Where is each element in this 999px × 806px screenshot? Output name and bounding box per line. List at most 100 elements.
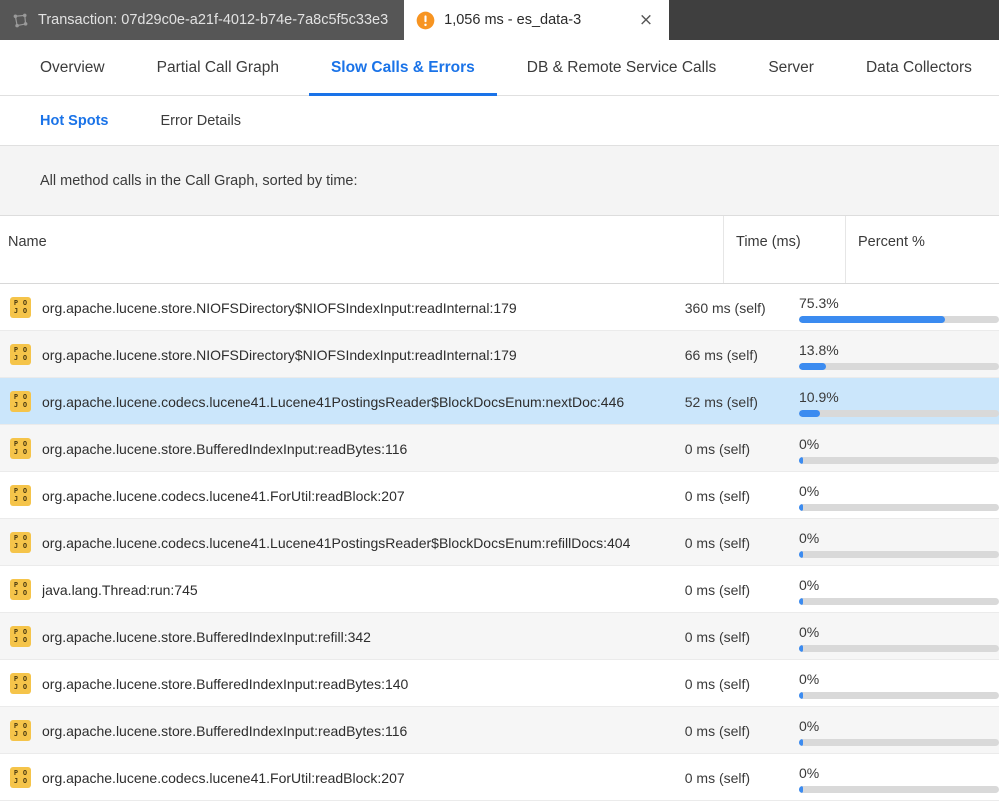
table-row[interactable]: P O J O org.apache.lucene.codecs.lucene41.Lu… (0, 519, 999, 566)
table-description-banner: All method calls in the Call Graph, sort… (0, 146, 999, 216)
cell-time: 0 ms (self) (684, 440, 751, 457)
tab-overview-label: Overview (40, 58, 105, 76)
table-row[interactable]: P O J O org.apache.lucene.store.BufferedInde… (0, 425, 999, 472)
percent-bar-fill (799, 457, 803, 464)
cell-time: 0 ms (self) (684, 534, 751, 551)
percent-label: 0% (799, 671, 820, 687)
cell-time: 0 ms (self) (684, 487, 751, 504)
cell-method-name: P O J O org.apache.lucene.codecs.lucene41.Lu… (0, 519, 673, 566)
tab-db-remote-service-calls[interactable]: DB & Remote Service Calls (501, 40, 743, 95)
cell-method-name: P O J O org.apache.lucene.store.BufferedInde… (0, 707, 673, 754)
secondary-nav: Hot Spots Error Details (0, 96, 999, 146)
table-row[interactable]: P O J O org.apache.lucene.codecs.lucene41.Fo… (0, 472, 999, 519)
primary-nav: Overview Partial Call Graph Slow Calls &… (0, 40, 999, 96)
table-row[interactable]: P O J O org.apache.lucene.store.NIOFSDirecto… (0, 331, 999, 378)
percent-bar-fill (799, 692, 803, 699)
percent-bar-fill (799, 363, 826, 370)
column-header-percent[interactable]: Percent % (845, 216, 999, 283)
percent-label: 0% (799, 530, 820, 546)
pojo-icon: POJO (10, 297, 31, 318)
percent-label: 13.8% (799, 342, 839, 358)
window-tab-es-data[interactable]: 1,056 ms - es_data-3 × (404, 0, 670, 40)
percent-bar-fill (799, 504, 803, 511)
method-name-label: java.lang.Thread:run:745 (42, 581, 198, 598)
table-row[interactable]: P O J O org.apache.lucene.store.BufferedInde… (0, 707, 999, 754)
percent-bar-fill (799, 739, 803, 746)
cell-percent: 0% (787, 472, 999, 519)
close-icon[interactable]: × (613, 11, 653, 29)
column-header-name[interactable]: Name (0, 216, 723, 283)
tab-slow-calls-errors[interactable]: Slow Calls & Errors (305, 40, 501, 96)
cell-percent: 75.3% (787, 284, 999, 331)
percent-bar-track (799, 786, 999, 793)
table-row[interactable]: P O J O org.apache.lucene.codecs.lucene41.Fo… (0, 754, 999, 801)
pojo-icon: POJO (10, 438, 31, 459)
cell-percent: 0% (787, 660, 999, 707)
percent-label: 10.9% (799, 389, 839, 405)
window-tab-transaction[interactable]: Transaction: 07d29c0e-a21f-4012-b74e-7a8… (0, 0, 405, 40)
method-name-label: org.apache.lucene.store.NIOFSDirectory$N… (42, 299, 517, 316)
cell-percent: 0% (787, 566, 999, 613)
table-row[interactable]: P O J O org.apache.lucene.store.NIOFSDirecto… (0, 284, 999, 331)
percent-bar-track (799, 551, 999, 558)
percent-bar-track (799, 598, 999, 605)
method-name-label: org.apache.lucene.codecs.lucene41.Lucene… (42, 534, 631, 551)
tab-overview[interactable]: Overview (14, 40, 131, 95)
cell-method-name: P O J O org.apache.lucene.codecs.lucene41.Lu… (0, 378, 673, 425)
hot-spots-table: Name Time (ms) Percent % P O J O org.apache.… (0, 216, 999, 801)
table-row[interactable]: P O J O org.apache.lucene.store.BufferedInde… (0, 613, 999, 660)
method-name-label: org.apache.lucene.store.BufferedIndexInp… (42, 722, 408, 739)
window-tab-transaction-label: Transaction: 07d29c0e-a21f-4012-b74e-7a8… (38, 12, 389, 28)
percent-label: 0% (799, 765, 820, 781)
subtab-error-details-label: Error Details (160, 112, 242, 129)
pojo-icon: POJO (10, 767, 31, 788)
cell-percent: 13.8% (787, 331, 999, 378)
percent-bar-fill (799, 316, 945, 323)
cell-method-name: P O J O org.apache.lucene.store.BufferedInde… (0, 613, 673, 660)
cell-method-name: P O J O org.apache.lucene.codecs.lucene41.Fo… (0, 472, 673, 519)
graph-node-icon (13, 13, 28, 27)
percent-label: 0% (799, 718, 820, 734)
table-row[interactable]: P O J O org.apache.lucene.store.BufferedInde… (0, 660, 999, 707)
percent-bar-fill (799, 598, 803, 605)
percent-bar-track (799, 410, 999, 417)
subtab-hot-spots[interactable]: Hot Spots (14, 96, 134, 145)
pojo-icon: POJO (10, 391, 31, 412)
percent-bar-track (799, 504, 999, 511)
percent-bar-track (799, 363, 999, 370)
table-row[interactable]: P O J O java.lang.Thread:run:745 0 ms (self) 0… (0, 566, 999, 613)
table-description-text: All method calls in the Call Graph, sort… (40, 172, 358, 189)
cell-time: 0 ms (self) (684, 628, 751, 645)
window-tab-strip: Transaction: 07d29c0e-a21f-4012-b74e-7a8… (0, 0, 999, 40)
method-name-label: org.apache.lucene.store.BufferedIndexInp… (42, 628, 371, 645)
percent-bar-fill (799, 786, 803, 793)
cell-method-name: P O J O org.apache.lucene.store.NIOFSDirecto… (0, 331, 673, 378)
subtab-error-details[interactable]: Error Details (134, 96, 267, 145)
cell-time: 0 ms (self) (684, 722, 751, 739)
cell-time: 0 ms (self) (684, 675, 751, 692)
tab-data-collectors-label: Data Collectors (865, 58, 972, 76)
percent-bar-fill (799, 410, 820, 417)
percent-label: 0% (799, 436, 820, 452)
percent-bar-track (799, 316, 999, 323)
method-name-label: org.apache.lucene.store.NIOFSDirectory$N… (42, 346, 517, 363)
tab-partial-call-graph[interactable]: Partial Call Graph (131, 40, 305, 95)
percent-label: 0% (799, 577, 820, 593)
cell-time: 52 ms (self) (684, 393, 758, 410)
table-row[interactable]: P O J O org.apache.lucene.codecs.lucene41.Lu… (0, 378, 999, 425)
warning-icon (416, 11, 435, 29)
tab-slow-calls-errors-label: Slow Calls & Errors (330, 58, 475, 76)
cell-time: 0 ms (self) (684, 581, 751, 598)
method-name-label: org.apache.lucene.store.BufferedIndexInp… (42, 675, 409, 692)
method-name-label: org.apache.lucene.codecs.lucene41.Lucene… (42, 393, 625, 410)
percent-label: 0% (799, 624, 820, 640)
cell-percent: 0% (787, 613, 999, 660)
column-header-percent-label: Percent % (858, 234, 925, 250)
cell-percent: 0% (787, 754, 999, 801)
percent-bar-fill (799, 645, 803, 652)
window-tab-es-data-label: 1,056 ms - es_data-3 (444, 12, 582, 28)
method-name-label: org.apache.lucene.store.BufferedIndexInp… (42, 440, 408, 457)
tab-data-collectors[interactable]: Data Collectors (840, 40, 998, 95)
tab-server[interactable]: Server (742, 40, 840, 95)
column-header-time[interactable]: Time (ms) (723, 216, 845, 283)
